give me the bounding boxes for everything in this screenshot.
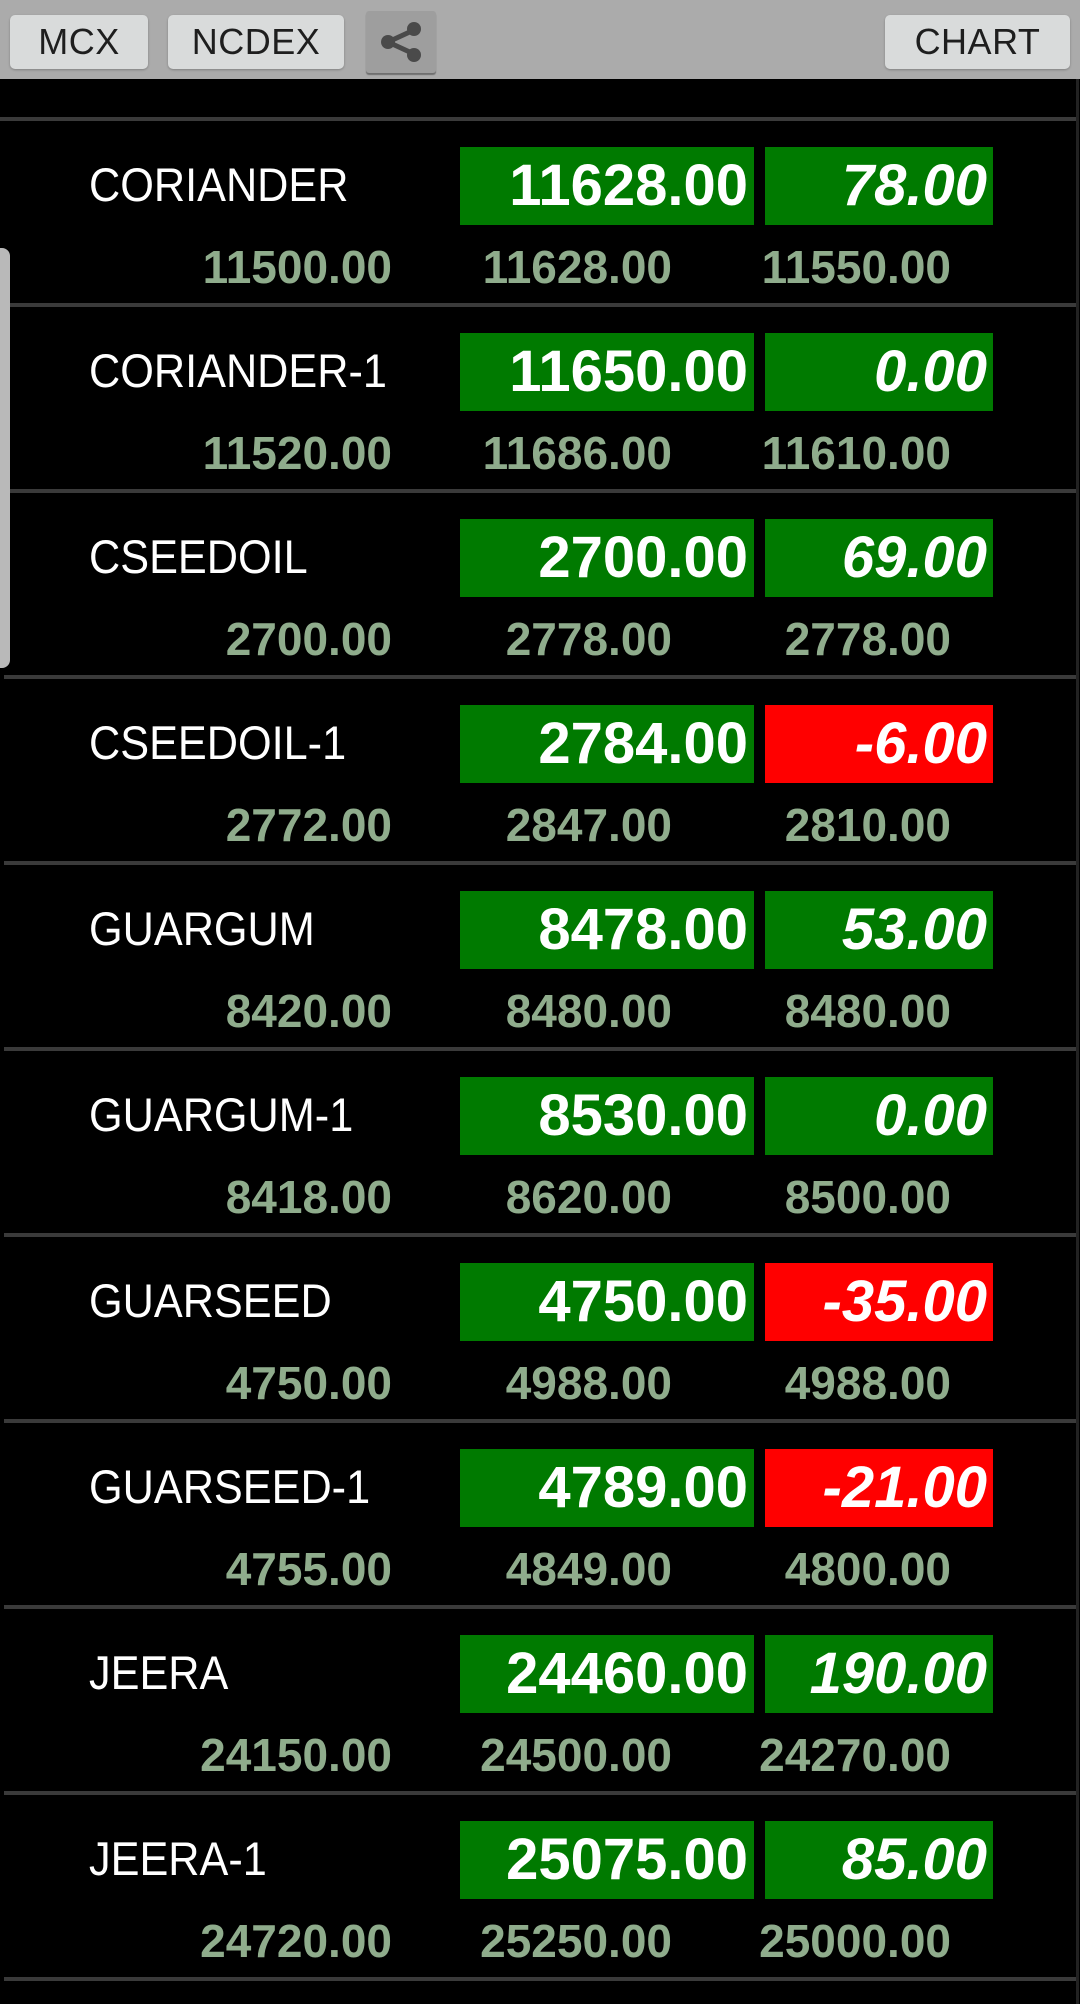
high-price: 8620.00: [505, 1171, 672, 1223]
table-row[interactable]: CSEEDOIL-1 2784.00 -6.00 2772.00 2847.00 2810…: [4, 679, 1076, 865]
commodity-name: CORIANDER-1: [89, 344, 387, 397]
low-price: 4750.00: [225, 1357, 392, 1409]
price-change: -35.00: [765, 1263, 993, 1341]
high-price: 8480.00: [505, 985, 672, 1037]
open-price: 4988.00: [784, 1357, 951, 1409]
low-price: 11500.00: [202, 241, 392, 293]
open-price: 11610.00: [761, 427, 951, 479]
commodity-name: CORIANDER: [89, 158, 349, 211]
low-price: 4755.00: [225, 1543, 392, 1595]
ncdex-button[interactable]: NCDEX: [168, 15, 344, 69]
commodity-name: JEERA-1: [89, 1832, 267, 1885]
last-price: 2700.00: [460, 519, 754, 597]
last-price: 8478.00: [460, 891, 754, 969]
last-price: 24460.00: [460, 1635, 754, 1713]
high-price: 4988.00: [505, 1357, 672, 1409]
price-change: 78.00: [765, 147, 993, 225]
open-price: 4800.00: [784, 1543, 951, 1595]
toolbar: MCX NCDEX CHART: [0, 0, 1080, 79]
last-price: 4789.00: [460, 1449, 754, 1527]
high-price: 2778.00: [505, 613, 672, 665]
scroll-handle[interactable]: [0, 248, 10, 668]
last-price: 11650.00: [460, 333, 754, 411]
low-price: 2700.00: [225, 613, 392, 665]
share-button[interactable]: [366, 11, 436, 73]
table-row[interactable]: CORIANDER-1 11650.00 0.00 11520.00 11686.00 1…: [4, 307, 1076, 493]
low-price: 24720.00: [200, 1915, 392, 1967]
table-row[interactable]: CORIANDER 11628.00 78.00 11500.00 11628.00 11…: [4, 121, 1076, 307]
open-price: 24270.00: [759, 1729, 951, 1781]
list-header-spacer: [0, 79, 1076, 121]
table-row[interactable]: GUARGUM-1 8530.00 0.00 8418.00 8620.00 8500.0…: [4, 1051, 1076, 1237]
last-price: 4750.00: [460, 1263, 754, 1341]
table-row[interactable]: GUARSEED 4750.00 -35.00 4750.00 4988.00 4988.…: [4, 1237, 1076, 1423]
commodity-name: GUARSEED-1: [89, 1460, 371, 1513]
price-change: 0.00: [765, 1077, 993, 1155]
open-price: 2778.00: [784, 613, 951, 665]
open-price: 8480.00: [784, 985, 951, 1037]
table-row[interactable]: JEERA 24460.00 190.00 24150.00 24500.00 24270…: [4, 1609, 1076, 1795]
price-change: 69.00: [765, 519, 993, 597]
table-row[interactable]: GUARGUM 8478.00 53.00 8420.00 8480.00 8480.00: [4, 865, 1076, 1051]
table-row[interactable]: GUARSEED-1 4789.00 -21.00 4755.00 4849.00 480…: [4, 1423, 1076, 1609]
table-row[interactable]: JEERA-1 25075.00 85.00 24720.00 25250.00 2500…: [4, 1795, 1076, 1981]
open-price: 8500.00: [784, 1171, 951, 1223]
low-price: 8420.00: [225, 985, 392, 1037]
commodity-name: CSEEDOIL: [89, 530, 308, 583]
high-price: 4849.00: [505, 1543, 672, 1595]
high-price: 24500.00: [480, 1729, 672, 1781]
low-price: 11520.00: [202, 427, 392, 479]
low-price: 8418.00: [225, 1171, 392, 1223]
price-change: 53.00: [765, 891, 993, 969]
open-price: 2810.00: [784, 799, 951, 851]
table-row[interactable]: CSEEDOIL 2700.00 69.00 2700.00 2778.00 2778.0…: [4, 493, 1076, 679]
high-price: 11628.00: [482, 241, 672, 293]
price-change: 0.00: [765, 333, 993, 411]
last-price: 25075.00: [460, 1821, 754, 1899]
high-price: 11686.00: [482, 427, 672, 479]
last-price: 8530.00: [460, 1077, 754, 1155]
open-price: 11550.00: [761, 241, 951, 293]
high-price: 25250.00: [480, 1915, 672, 1967]
last-price: 2784.00: [460, 705, 754, 783]
open-price: 25000.00: [759, 1915, 951, 1967]
commodity-name: GUARGUM: [89, 902, 315, 955]
commodity-name: JEERA: [89, 1646, 229, 1699]
price-change: -21.00: [765, 1449, 993, 1527]
commodity-name: GUARGUM-1: [89, 1088, 354, 1141]
price-change: 85.00: [765, 1821, 993, 1899]
high-price: 2847.00: [505, 799, 672, 851]
last-price: 11628.00: [460, 147, 754, 225]
mcx-button[interactable]: MCX: [10, 15, 148, 69]
right-border: [1076, 79, 1079, 2004]
price-change: 190.00: [765, 1635, 993, 1713]
low-price: 24150.00: [200, 1729, 392, 1781]
chart-button[interactable]: CHART: [885, 15, 1070, 69]
commodity-name: CSEEDOIL-1: [89, 716, 347, 769]
low-price: 2772.00: [225, 799, 392, 851]
commodity-name: GUARSEED: [89, 1274, 332, 1327]
price-change: -6.00: [765, 705, 993, 783]
share-icon: [381, 22, 421, 62]
